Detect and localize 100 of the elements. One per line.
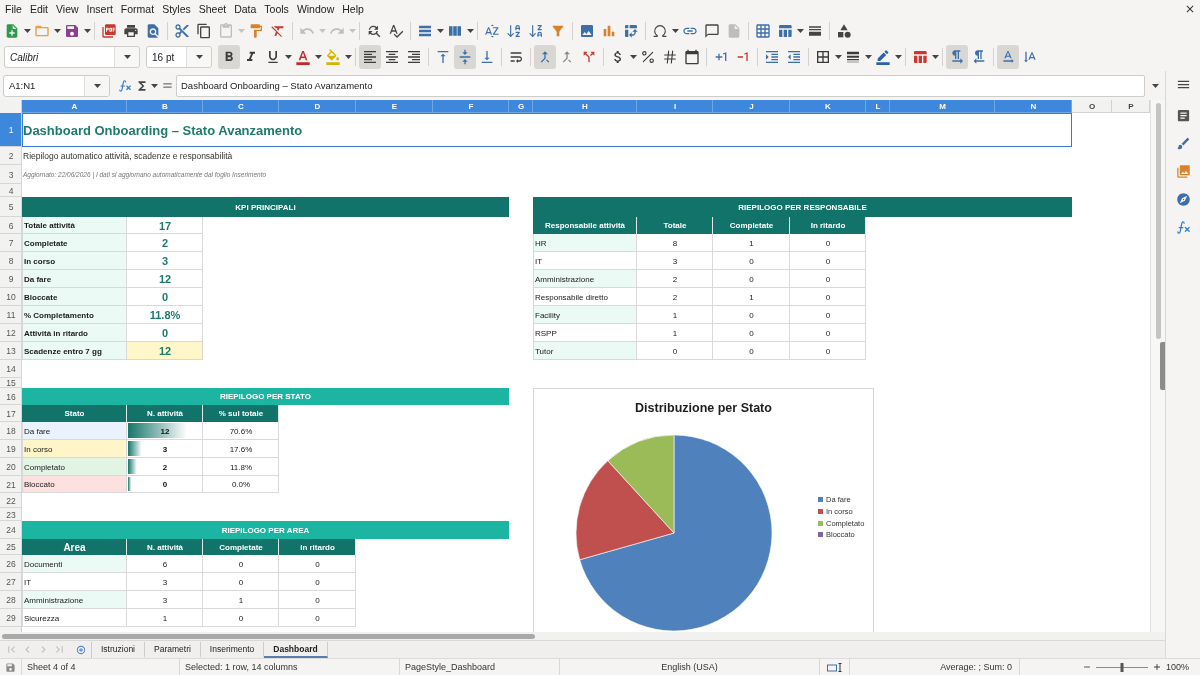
menu-item[interactable]: Tools (260, 2, 293, 16)
row-header[interactable]: 4 (0, 184, 22, 197)
caret-icon[interactable] (931, 55, 939, 59)
column-header[interactable]: A (22, 100, 127, 113)
copy-icon[interactable] (196, 22, 212, 39)
caret-icon[interactable] (864, 55, 872, 59)
column-header[interactable]: E (356, 100, 433, 113)
row-header[interactable]: 7 (0, 234, 22, 252)
border-color-icon[interactable] (875, 49, 891, 65)
caret-icon[interactable] (671, 28, 679, 33)
sigma-icon[interactable] (135, 78, 149, 93)
column-header[interactable]: H (533, 100, 637, 113)
document-icon[interactable] (1175, 108, 1191, 123)
resize-handle[interactable] (1160, 342, 1165, 390)
hash-icon[interactable] (662, 49, 678, 65)
table-icon[interactable] (777, 22, 793, 39)
column-header[interactable]: L (866, 100, 890, 113)
spellcheck-icon[interactable] (388, 22, 404, 39)
table-arrows-icon[interactable] (623, 22, 639, 39)
compass-icon[interactable] (1175, 192, 1191, 207)
calendar-icon[interactable] (684, 49, 700, 65)
row-header[interactable]: 27 (0, 573, 22, 591)
caret-icon[interactable] (83, 28, 91, 33)
row-header[interactable]: 28 (0, 591, 22, 609)
menu-item[interactable]: View (52, 2, 83, 16)
function-icon[interactable] (118, 78, 132, 93)
row-header[interactable]: 18 (0, 422, 22, 440)
save-icon[interactable] (5, 661, 16, 673)
outdent-icon[interactable] (786, 49, 802, 65)
row-header[interactable]: 15 (0, 378, 22, 388)
caret-icon[interactable] (629, 55, 637, 59)
scrollbar-thumb[interactable] (1155, 103, 1161, 339)
dropdown-button[interactable] (114, 47, 139, 67)
sort-descending-icon[interactable] (528, 22, 544, 39)
dropdown-button[interactable] (84, 75, 109, 96)
row-header[interactable]: 22 (0, 493, 22, 508)
row-header[interactable]: 12 (0, 324, 22, 342)
menu-item[interactable]: Edit (25, 2, 52, 16)
caret-icon[interactable] (53, 28, 61, 33)
name-box[interactable]: A1:N1 (3, 74, 110, 97)
az-sort-icon[interactable] (484, 22, 500, 39)
zoom-level[interactable]: 100% (1166, 662, 1190, 672)
pdf-icon[interactable] (101, 22, 117, 39)
scrollbar-thumb[interactable] (2, 633, 535, 639)
menu-item[interactable]: Data (230, 2, 261, 16)
caret-icon[interactable] (151, 83, 158, 88)
row-header[interactable]: 1 (0, 113, 22, 147)
column-header[interactable]: I (637, 100, 713, 113)
menu-item[interactable]: Insert (82, 2, 117, 16)
text-color-icon[interactable] (295, 49, 311, 65)
paint-roller-icon[interactable] (248, 22, 264, 39)
menu-item[interactable]: Format (116, 2, 159, 16)
sheet-tab[interactable]: Istruzioni (92, 641, 145, 658)
save-icon[interactable] (64, 22, 80, 39)
row-header[interactable]: 19 (0, 440, 22, 458)
column-header[interactable]: G (509, 100, 533, 113)
function-icon[interactable] (1175, 220, 1191, 235)
row-header[interactable]: 13 (0, 342, 22, 360)
wrap-text-icon[interactable] (508, 49, 524, 65)
menu-item[interactable]: Styles (158, 2, 195, 16)
row-header[interactable]: 9 (0, 270, 22, 288)
column-header[interactable]: P (1112, 100, 1150, 113)
borders-icon[interactable] (815, 49, 831, 65)
indent-icon[interactable] (764, 49, 780, 65)
caret-icon[interactable] (314, 55, 322, 59)
page-search-icon[interactable] (145, 22, 161, 39)
percent-icon[interactable] (640, 49, 656, 65)
horizontal-scrollbar[interactable] (0, 632, 1165, 640)
row-header[interactable]: 6 (0, 217, 22, 234)
font-name-box[interactable]: Calibri (4, 46, 140, 68)
caret-icon[interactable] (284, 55, 292, 59)
menu-item[interactable]: File (1, 2, 26, 16)
row-header[interactable]: 29 (0, 609, 22, 627)
column-header[interactable]: C (203, 100, 279, 113)
dropdown-button[interactable] (186, 47, 211, 67)
align-middle-button[interactable] (454, 45, 476, 69)
row-header[interactable]: 21 (0, 476, 22, 493)
font-size-box[interactable]: 16 pt (146, 46, 212, 68)
column-header[interactable]: M (890, 100, 995, 113)
align-left-button[interactable] (359, 45, 381, 69)
comment-icon[interactable] (704, 22, 720, 39)
caret-icon[interactable] (23, 28, 31, 33)
caret-icon[interactable] (436, 28, 444, 33)
column-header[interactable]: N (995, 100, 1072, 113)
caret-icon[interactable] (344, 55, 352, 59)
column-header[interactable]: O (1072, 100, 1112, 113)
row-header[interactable]: 26 (0, 555, 22, 573)
text-horizontal-button[interactable] (997, 45, 1019, 69)
row-header[interactable]: 25 (0, 539, 22, 555)
sheet-tab[interactable]: Inserimento (200, 641, 265, 658)
caret-icon[interactable] (834, 55, 842, 59)
slider-thumb[interactable] (1120, 662, 1124, 672)
caret-icon[interactable] (1151, 83, 1159, 88)
row-header[interactable]: 5 (0, 197, 22, 217)
column-header[interactable]: D (279, 100, 356, 113)
row-header[interactable]: 2 (0, 147, 22, 165)
row-header[interactable]: 8 (0, 252, 22, 270)
split-icon[interactable] (581, 49, 597, 65)
menu-item[interactable]: Sheet (194, 2, 231, 16)
column-header[interactable]: K (790, 100, 866, 113)
